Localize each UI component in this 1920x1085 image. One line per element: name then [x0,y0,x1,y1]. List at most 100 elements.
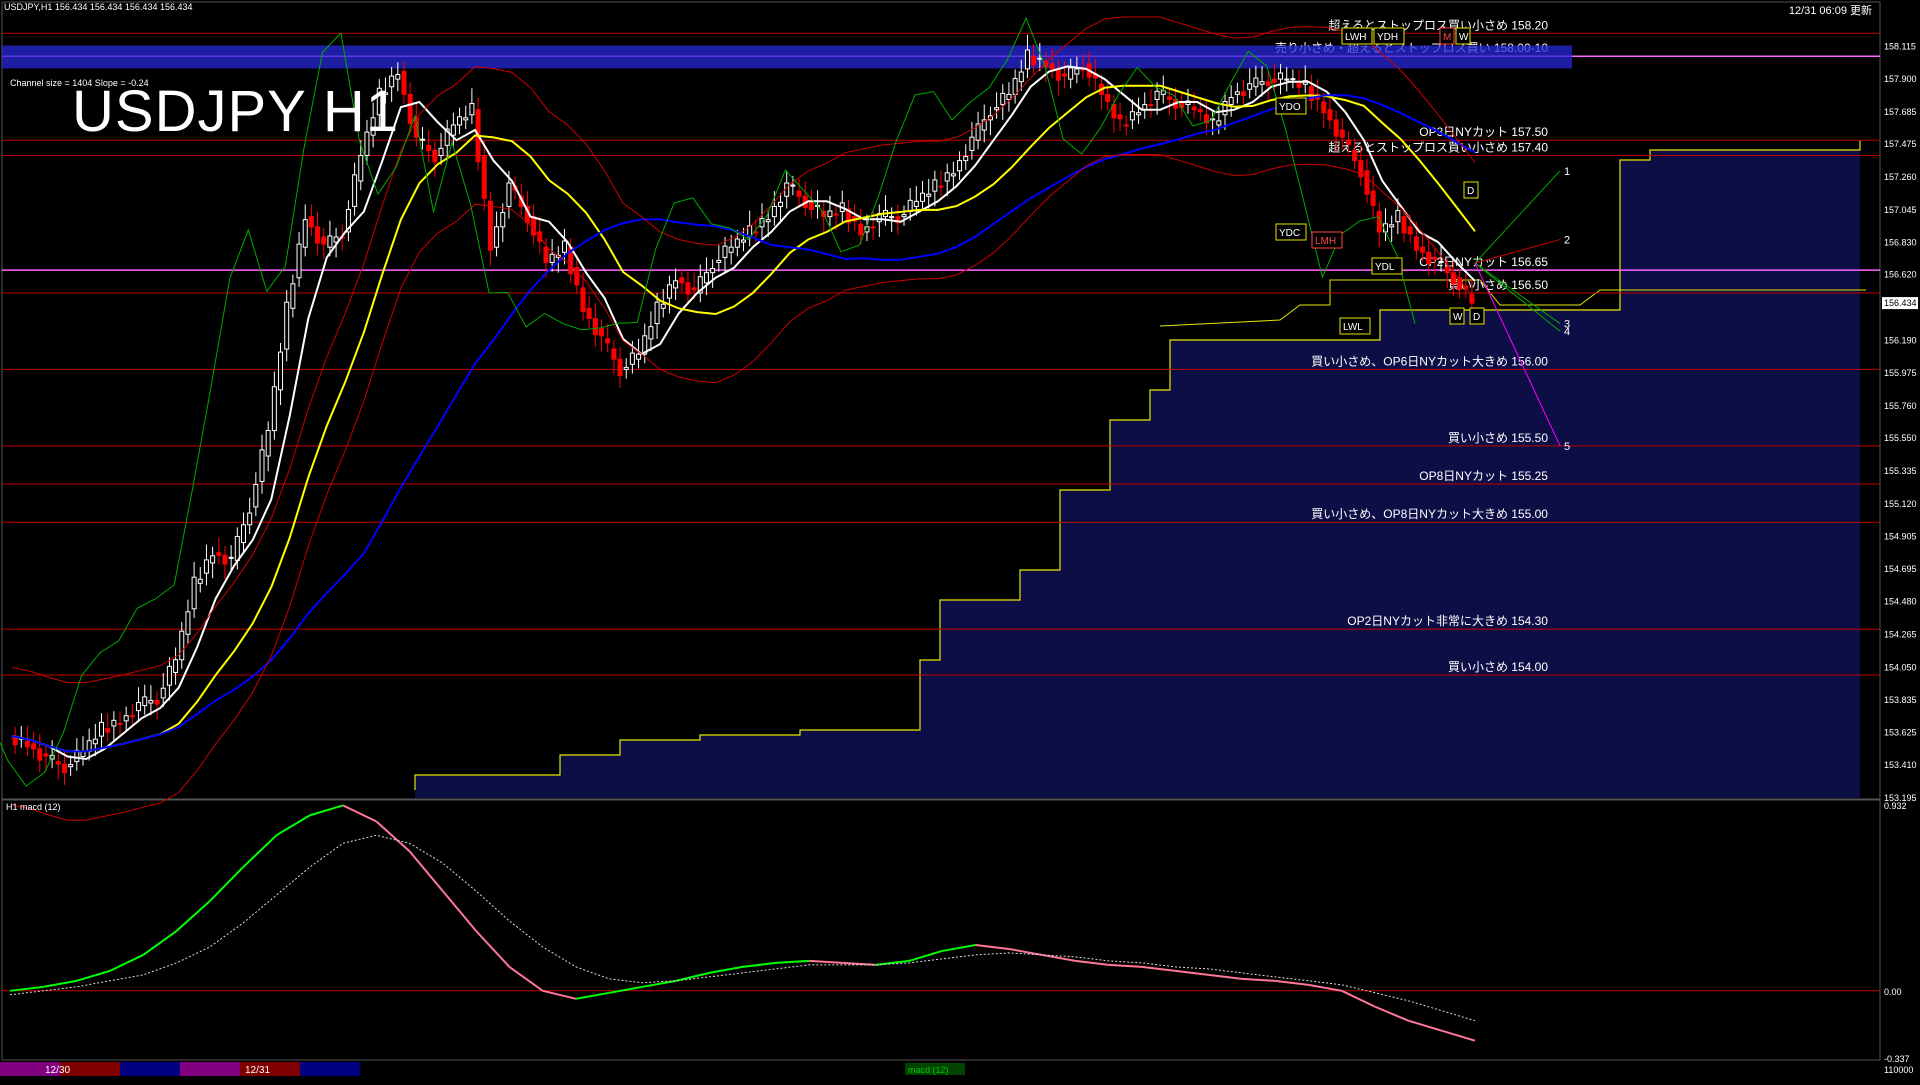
candle-body [592,317,598,336]
macd-line-segment [43,979,77,988]
candle-body [543,246,549,263]
candle-body [648,326,654,340]
candle-body [210,555,216,564]
candle-body [901,214,907,218]
macd-line-segment [442,890,477,932]
candle-body [1031,55,1037,66]
candle-body [1191,106,1197,111]
candle-body [506,182,512,207]
candle-body [197,578,203,584]
candle-body [438,147,444,157]
macd-line-segment [675,971,710,982]
candle-body [1166,96,1172,100]
candle-body [420,138,426,141]
candle-body [191,576,197,610]
candle-body [259,449,265,482]
candle-body [68,764,74,768]
candle-body [1401,216,1407,234]
candle-body [1426,251,1432,264]
candle-body [858,223,864,236]
candle-body [1018,71,1024,83]
projection-line [1474,170,1561,264]
candle-body [426,144,432,151]
macd-line-segment [1275,979,1309,986]
candle-body [1000,92,1006,106]
candle-body [203,559,209,574]
candle-body [963,156,969,162]
marker-label: YDO [1279,102,1301,113]
candle-body [561,240,567,253]
candle-body [1148,104,1154,107]
candle-body [629,352,635,365]
time-segment [120,1062,180,1076]
candle-body [666,284,672,299]
macd-line-segment [275,814,311,837]
y-tick-label: 157.475 [1884,139,1917,149]
candle-body [611,348,617,360]
y-tick-label: 157.900 [1884,74,1917,84]
marker-label: W [1453,312,1463,323]
candle-body [284,301,290,350]
macd-line-segment [1374,1005,1409,1022]
candle-body [463,117,469,121]
candle-body [142,696,148,707]
y-tick-label: 153.410 [1884,760,1917,770]
y-tick-label: 154.480 [1884,597,1917,607]
candle-body [105,727,111,733]
candle-body [1265,81,1271,86]
candle-body [790,184,796,187]
time-segment [300,1062,360,1076]
indicator-tab-label: macd (12) [908,1065,949,1075]
level-label: OP8日NYカット 155.25 [1419,469,1548,483]
candle-body [710,268,716,274]
candle-body [605,338,611,344]
macd-line-segment [1408,1019,1442,1032]
y-tick-label: 157.685 [1884,107,1917,117]
candle-body [1278,72,1284,80]
candle-body [1407,226,1413,235]
macd-y-tick: 0.00 [1884,987,1902,997]
macd-line-segment [1441,1029,1476,1042]
candle-body [531,216,537,236]
macd-line-segment [375,820,411,852]
macd-line-segment [1208,973,1243,980]
candle-body [734,238,740,248]
candle-body [469,103,475,116]
y-tick-label: 156.190 [1884,335,1917,345]
candle-body [500,212,506,228]
macd-y-tick: -0.337 [1884,1054,1910,1064]
candle-body [1382,223,1388,233]
macd-line-segment [209,866,244,902]
marker-label: LWL [1343,322,1363,333]
candle-body [938,185,944,188]
candle-body [969,136,975,151]
candle-body [240,524,246,544]
level-label: 超えるとストップロス買い小さめ 157.40 [1328,140,1548,155]
candle-body [1284,78,1290,81]
candle-body [247,512,253,526]
marker-label: YDH [1377,32,1398,43]
candle-body [1271,78,1277,83]
marker-label: YDC [1279,228,1300,239]
candle-body [654,301,660,325]
candle-body [1055,68,1061,81]
candle-body [950,173,956,177]
candle-body [61,763,67,774]
candle-body [1197,109,1203,113]
candle-body [1444,267,1450,274]
channel-info: Channel size = 1404 Slope = -0.24 [10,78,149,88]
macd-line-segment [175,900,211,932]
candle-body [932,179,938,192]
macd-line-segment [508,966,544,992]
macd-line-segment [1241,977,1276,982]
candle-body [889,216,895,219]
candle-body [808,200,814,210]
candle-body [1327,109,1333,121]
y-tick-label: 154.905 [1884,532,1917,542]
candle-body [457,116,463,126]
candle-body [160,687,166,699]
macd-line-segment [742,961,776,968]
marker-label: M [1443,32,1451,43]
candle-body [796,190,802,197]
y-tick-label: 155.760 [1884,401,1917,411]
